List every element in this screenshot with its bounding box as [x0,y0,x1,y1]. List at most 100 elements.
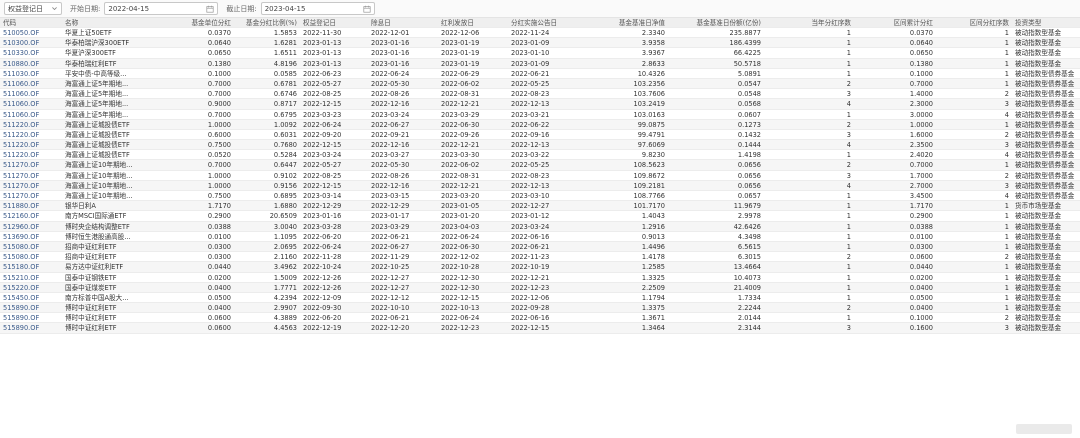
table-cell: 2.0144 [737,314,761,323]
table-cell: 0.0657 [737,192,761,200]
table-cell: 0.0640 [207,39,231,48]
table-row[interactable]: 512960.OF 博时央企结构调整ETF 0.0388 3.0040 2023-03-… [0,221,1080,232]
table-cell: 2023-03-29 [371,222,410,231]
table-cell: 2022-06-02 [441,161,480,170]
table-row[interactable]: 515890.OF 博时中证红利ETF 0.0600 4.3889 2022-06-20… [0,313,1080,324]
column-header[interactable]: 红利发放日 [438,18,508,27]
table-row[interactable]: 511220.OF 海富通上证城投债ETF 0.6000 0.6031 2022-09-… [0,130,1080,141]
table-cell: 50.5718 [733,59,761,68]
column-header[interactable]: 基金基准日净值 [588,18,668,27]
table-cell: 511880.OF [3,202,40,211]
table-row[interactable]: 515220.OF 国泰中证煤炭ETF 0.0400 1.7771 2022-12-26… [0,282,1080,293]
table-cell: 103.0163 [633,110,665,119]
table-cell: 3 [846,130,851,139]
start-date-input[interactable]: 2022-04-15 [104,2,219,15]
table-row[interactable]: 510330.OF 华夏沪深300ETF 0.0650 1.6511 2023-01-1… [0,48,1080,59]
table-row[interactable]: 511270.OF 海富通上证10年期地... 1.0000 0.9102 2022-0… [0,171,1080,181]
column-header[interactable]: 除息日 [368,18,438,27]
column-header[interactable]: 基金单位分红 [164,18,234,27]
table-cell: 2023-03-28 [303,222,342,231]
table-row[interactable]: 510300.OF 华泰柏瑞沪深300ETF 0.0640 1.6281 2023-01… [0,38,1080,49]
table-row[interactable]: 515080.OF 招商中证红利ETF 0.0300 2.1160 2022-11-28… [0,252,1080,263]
table-cell: 10.4326 [637,69,665,78]
table-cell: 3 [846,90,851,99]
column-header[interactable]: 分红实施公告日 [508,18,588,27]
table-cell: 被动指数型债券基金 [1015,90,1075,99]
table-row[interactable]: 511220.OF 海富通上证城投债ETF 0.7500 0.7680 2022-12-… [0,140,1080,151]
calendar-icon[interactable] [363,5,371,13]
table-cell: 3.4500 [909,192,933,200]
table-cell: 2.3144 [737,324,761,333]
table-cell: 510050.OF [3,29,40,37]
date-field-select[interactable]: 权益登记日 [4,2,62,15]
table-cell: 1.6000 [909,130,933,139]
table-row[interactable]: 511030.OF 平安中债-中高等级... 0.1000 0.0585 2022-06… [0,69,1080,79]
table-cell: 2023-03-24 [303,151,342,160]
table-cell: 4 [846,141,851,150]
table-row[interactable]: 511060.OF 海富通上证5年期地... 0.7000 0.6746 2022-08… [0,89,1080,100]
table-cell: 被动指数型基金 [1015,314,1062,323]
table-row[interactable]: 515890.OF 博时中证红利ETF 0.0400 2.9907 2022-09-30… [0,303,1080,314]
table-row[interactable]: 513690.OF 博时恒生港股通高股... 0.0100 1.1095 2022-06… [0,232,1080,242]
table-cell: 2022-12-21 [511,273,550,282]
table-row[interactable]: 511880.OF 银华日利A 1.7170 1.6880 2022-12-29 2022… [0,201,1080,212]
table-row[interactable]: 511060.OF 海富通上证5年期地... 0.7000 0.6781 2022-05… [0,78,1080,90]
column-header[interactable]: 权益登记日 [300,18,368,27]
table-cell: 0.0388 [207,222,231,231]
table-row[interactable]: 515210.OF 国泰中证钢铁ETF 0.0200 1.5009 2022-12-26… [0,273,1080,283]
table-cell: 被动指数型债券基金 [1015,141,1075,150]
table-row[interactable]: 511060.OF 海富通上证5年期地... 0.9000 0.8717 2022-12… [0,99,1080,110]
table-cell: 2022-05-30 [371,161,410,170]
table-cell: 1.3375 [641,304,665,313]
table-cell: 2022-06-24 [441,232,480,241]
column-header[interactable]: 基金分红比例(%) [234,18,300,27]
table-row[interactable]: 515180.OF 易方达中证红利ETF 0.0440 3.4962 2022-10-2… [0,262,1080,273]
table-cell: 66.4225 [733,49,761,58]
table-cell: 1 [1004,263,1009,272]
table-cell: 2022-09-28 [511,304,550,313]
column-header[interactable]: 名称 [62,18,164,27]
table-cell: 2 [1004,130,1009,139]
table-cell: 0.1600 [909,324,933,333]
table-cell: 被动指数型基金 [1015,232,1062,241]
table-cell: 20.6509 [269,212,297,221]
table-cell: 0.7000 [207,161,231,170]
table-cell: 1.4496 [641,242,665,251]
column-header[interactable]: 当年分红序数 [764,18,854,27]
table-row[interactable]: 511060.OF 海富通上证5年期地... 0.7000 0.6795 2023-03… [0,110,1080,120]
table-cell: 3.9367 [641,49,665,58]
column-header[interactable]: 区间分红序数 [936,18,1012,27]
table-row[interactable]: 511270.OF 海富通上证10年期地... 1.0000 0.9156 2022-1… [0,180,1080,191]
table-cell: 2023-03-22 [511,151,550,160]
table-cell: 1 [846,69,851,78]
table-row[interactable]: 515080.OF 招商中证红利ETF 0.0300 2.0695 2022-06-24… [0,241,1080,253]
table-row[interactable]: 512160.OF 南方MSCI国际通ETF 0.2900 20.6509 2023-0… [0,211,1080,222]
column-header[interactable]: 区间累计分红 [854,18,936,27]
table-cell: 被动指数型债券基金 [1015,100,1075,109]
table-cell: 0.9102 [273,171,297,180]
table-cell: 515450.OF [3,293,40,302]
table-cell: 华夏上证50ETF [65,29,112,37]
table-row[interactable]: 511270.OF 海富通上证10年期地... 0.7500 0.6895 2023-0… [0,191,1080,202]
column-header[interactable]: 投资类型 [1012,18,1080,27]
column-header[interactable]: 代码 [0,18,62,27]
watermark [1016,424,1072,434]
table-row[interactable]: 515890.OF 博时中证红利ETF 0.0600 4.4563 2022-12-19… [0,323,1080,334]
table-row[interactable]: 511220.OF 海富通上证城投债ETF 0.0520 0.5284 2023-03-… [0,150,1080,161]
column-header[interactable]: 基金基准日份额(亿份) [668,18,764,27]
table-cell: 2022-06-21 [511,69,550,78]
table-row[interactable]: 511220.OF 海富通上证城投债ETF 1.0000 1.0092 2022-06-… [0,119,1080,130]
calendar-icon[interactable] [206,5,214,13]
table-row[interactable]: 515450.OF 南方标普中国A股大... 0.0500 4.2394 2022-12… [0,293,1080,304]
table-cell: 11.9679 [733,202,761,211]
end-date-label: 截止日期: [226,4,257,13]
table-cell: 2022-12-13 [511,100,550,109]
end-date-input[interactable]: 2023-04-15 [260,2,375,15]
table-cell: 2023-01-16 [371,49,410,58]
table-cell: 2022-12-23 [441,324,480,333]
table-row[interactable]: 510880.OF 华泰柏瑞红利ETF 0.1380 4.8196 2023-01-13… [0,58,1080,69]
table-cell: 21.4009 [733,283,761,292]
table-row[interactable]: 511270.OF 海富通上证10年期地... 0.7000 0.6447 2022-0… [0,160,1080,171]
date-field-select-value: 权益登记日 [8,4,43,13]
table-row[interactable]: 510050.OF 华夏上证50ETF 0.0370 1.5853 2022-11-30… [0,28,1080,39]
